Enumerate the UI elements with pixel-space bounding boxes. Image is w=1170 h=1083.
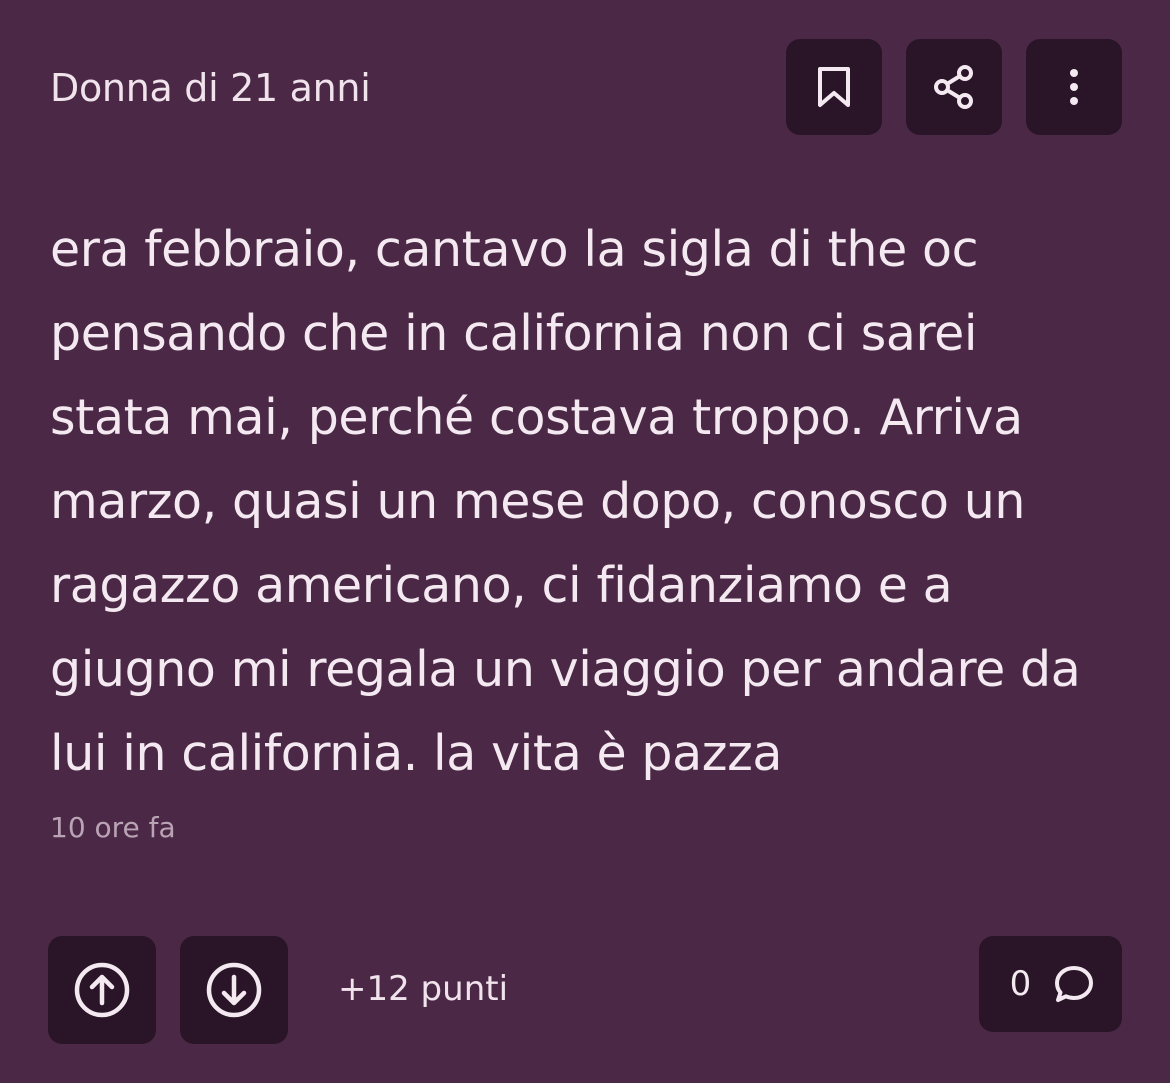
arrow-up-circle-icon xyxy=(74,962,130,1018)
post-timestamp: 10 ore fa xyxy=(50,811,176,844)
upvote-button[interactable] xyxy=(48,936,156,1044)
points-score: +12 punti xyxy=(338,969,509,1009)
comment-bubble-icon xyxy=(1055,966,1094,1002)
more-vertical-icon xyxy=(1070,69,1078,105)
bookmark-icon xyxy=(818,67,850,107)
post-author: Donna di 21 anni xyxy=(50,66,371,110)
comments-count: 0 xyxy=(1009,964,1032,1004)
bookmark-button[interactable] xyxy=(786,39,882,135)
downvote-button[interactable] xyxy=(180,936,288,1044)
share-icon xyxy=(934,65,973,109)
comments-button[interactable]: 0 xyxy=(979,936,1122,1032)
share-button[interactable] xyxy=(906,39,1002,135)
more-options-button[interactable] xyxy=(1026,39,1122,135)
arrow-down-circle-icon xyxy=(206,962,262,1018)
post-body: era febbraio, cantavo la sigla di the oc… xyxy=(50,221,1081,782)
